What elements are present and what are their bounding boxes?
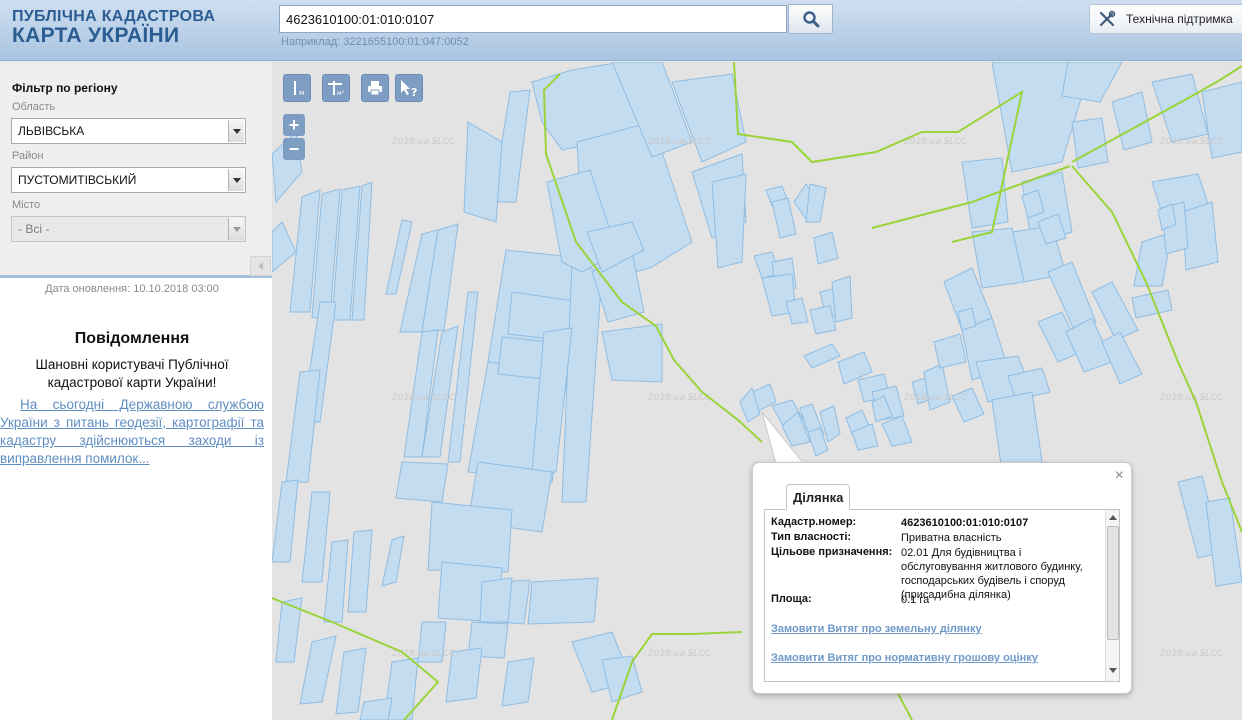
left-panel: Фільтр по регіону Область ЛЬВІВСЬКА Райо… xyxy=(0,62,272,720)
filter-title: Фільтр по регіону xyxy=(12,81,118,95)
map-watermark: 2018.ua.SLCC xyxy=(392,393,456,403)
order-valuation-extract-link[interactable]: Замовити Витяг про нормативну грошову оц… xyxy=(771,652,1038,664)
scroll-up-icon[interactable] xyxy=(1109,515,1117,520)
map-watermark: 2018.ua.SLCC xyxy=(648,393,712,403)
map-watermark: 2018.ua.SLCC xyxy=(1160,649,1224,659)
news-link[interactable]: На сьогодні Державною службою України з … xyxy=(0,396,264,468)
misto-value: - Всі - xyxy=(18,222,50,236)
tech-support-button[interactable]: Технічна підтримка xyxy=(1089,4,1242,34)
collapse-panel-button[interactable] xyxy=(250,256,271,276)
rayon-value: ПУСТОМИТІВСЬКИЙ xyxy=(18,173,137,187)
oblast-select[interactable]: ЛЬВІВСЬКА xyxy=(11,118,246,144)
rayon-label: Район xyxy=(12,150,44,162)
chevron-left-icon xyxy=(257,262,263,270)
cadastral-map-app: ПУБЛІЧНА КАДАСТРОВА КАРТА УКРАЇНИ Наприк… xyxy=(0,0,1242,720)
area-label: Площа: xyxy=(771,593,812,605)
zoom-out-button[interactable]: − xyxy=(283,138,305,160)
popup-pointer xyxy=(761,411,806,465)
oblast-label: Область xyxy=(12,101,56,113)
map-watermark: 2018.ua.SLCC xyxy=(648,649,712,659)
map-watermark: 2018.ua.SLCC xyxy=(392,137,456,147)
close-icon[interactable]: × xyxy=(1115,467,1124,485)
search-button[interactable] xyxy=(788,4,833,34)
misto-label: Місто xyxy=(12,199,41,211)
map-watermark: 2018.ua.SLCC xyxy=(392,649,456,659)
region-filter: Фільтр по регіону Область ЛЬВІВСЬКА Райо… xyxy=(0,62,272,278)
print-button[interactable] xyxy=(361,74,389,102)
area-unit: м² xyxy=(337,90,345,97)
ownership-label: Тип власності: xyxy=(771,531,852,543)
tools-icon xyxy=(1099,10,1116,27)
news-title: Повідомлення xyxy=(74,330,190,347)
search-hint: Наприклад: 3221655100:01:047:0052 xyxy=(281,36,469,48)
cursor-question-icon: ? xyxy=(401,80,417,98)
map-watermark: 2018.ua.SLCC xyxy=(1160,137,1224,147)
scroll-thumb[interactable] xyxy=(1107,526,1119,640)
order-parcel-extract-link[interactable]: Замовити Витяг про земельну ділянку xyxy=(771,623,982,635)
chevron-down-icon[interactable] xyxy=(228,218,244,240)
rayon-select[interactable]: ПУСТОМИТІВСЬКИЙ xyxy=(11,167,246,193)
tech-support-label: Технічна підтримка xyxy=(1126,12,1233,26)
misto-select[interactable]: - Всі - xyxy=(11,216,246,242)
measure-area-button[interactable]: м² xyxy=(322,74,350,102)
tab-parcel[interactable]: Ділянка xyxy=(786,484,851,510)
svg-text:?: ? xyxy=(411,86,417,98)
measure-distance-button[interactable]: м xyxy=(283,74,311,102)
parcel-info-content: Кадастр.номер: 4623610100:01:010:0107 Ти… xyxy=(764,509,1120,682)
chevron-down-icon[interactable] xyxy=(228,169,244,191)
popup-scrollbar[interactable] xyxy=(1105,510,1119,681)
chevron-down-icon[interactable] xyxy=(228,120,244,142)
cadastral-label: Кадастр.номер: xyxy=(771,516,857,528)
parcel-info-popup: × Ділянка Кадастр.номер: 4623610100:01:0… xyxy=(752,462,1132,694)
logo-title-line2[interactable]: КАРТА УКРАЇНИ xyxy=(12,24,179,48)
distance-unit: м xyxy=(299,89,304,97)
update-date: Дата оновлення: 10.10.2018 03:00 xyxy=(45,283,219,295)
search-icon xyxy=(802,11,819,28)
scroll-down-icon[interactable] xyxy=(1109,668,1117,673)
cadastral-value: 4623610100:01:010:0107 xyxy=(901,517,1029,529)
area-ruler-icon: м² xyxy=(328,81,345,97)
map-watermark: 2018.ua.SLCC xyxy=(904,137,968,147)
ownership-value: Приватна власність xyxy=(901,532,1002,544)
printer-icon xyxy=(368,81,382,96)
area-value: 0.1 га xyxy=(901,594,930,606)
oblast-value: ЛЬВІВСЬКА xyxy=(18,124,85,138)
zoom-in-button[interactable]: + xyxy=(283,114,305,136)
search-input[interactable] xyxy=(279,5,787,33)
header: ПУБЛІЧНА КАДАСТРОВА КАРТА УКРАЇНИ Наприк… xyxy=(0,0,1242,61)
map-watermark: 2018.ua.SLCC xyxy=(648,137,712,147)
map-watermark: 2018.ua.SLCC xyxy=(904,393,968,403)
purpose-label: Цільове призначення: xyxy=(771,546,893,558)
news-greeting: Шановні користувачі Публічної кадастрово… xyxy=(35,357,229,390)
identify-button[interactable]: ? xyxy=(395,74,423,102)
ruler-icon: м xyxy=(294,81,304,97)
